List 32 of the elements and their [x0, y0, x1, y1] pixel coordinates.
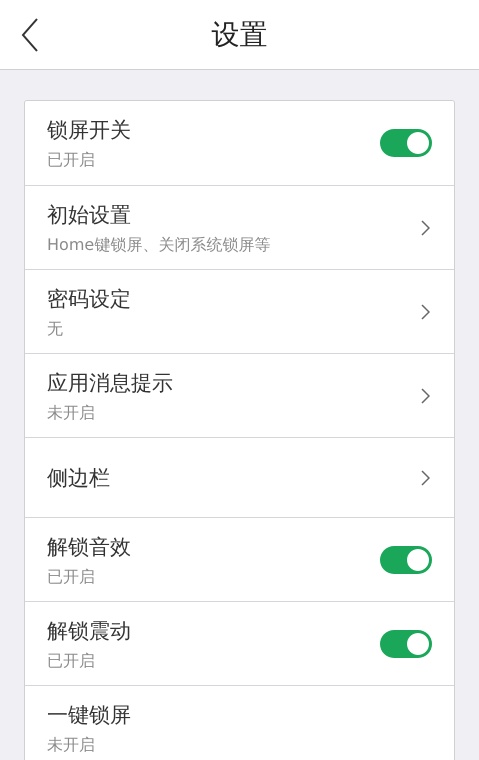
settings-row[interactable]: 解锁音效 已开启 [25, 517, 454, 601]
toggle-switch[interactable] [380, 546, 432, 574]
setting-subtitle: 无 [47, 318, 64, 338]
setting-title: 解锁震动 [47, 618, 132, 644]
toggle-switch[interactable] [380, 129, 432, 157]
settings-row[interactable]: 解锁震动 已开启 [25, 601, 454, 685]
settings-row[interactable]: 侧边栏 [25, 437, 454, 517]
settings-row[interactable]: 应用消息提示 未开启 [25, 353, 454, 437]
settings-row[interactable]: 一键锁屏 未开启 [25, 685, 454, 760]
settings-row[interactable]: 初始设置 Home键锁屏、关闭系统锁屏等 [25, 185, 454, 269]
setting-subtitle: 已开启 [47, 650, 96, 670]
setting-title: 一键锁屏 [47, 702, 132, 728]
chevron-right-icon [421, 304, 430, 320]
setting-subtitle: 未开启 [47, 734, 96, 754]
page-title: 设置 [212, 16, 268, 52]
settings-row[interactable]: 密码设定 无 [25, 269, 454, 353]
setting-title: 密码设定 [47, 286, 132, 312]
chevron-right-icon [421, 388, 430, 404]
setting-title: 解锁音效 [47, 534, 132, 560]
chevron-right-icon [421, 470, 430, 486]
setting-subtitle: Home键锁屏、关闭系统锁屏等 [47, 234, 272, 254]
setting-title: 侧边栏 [47, 464, 111, 492]
setting-subtitle: 未开启 [47, 402, 96, 422]
setting-title: 锁屏开关 [47, 117, 132, 144]
setting-title: 应用消息提示 [47, 370, 174, 396]
setting-title: 初始设置 [47, 202, 132, 228]
setting-subtitle: 已开启 [47, 150, 96, 170]
settings-row[interactable]: 锁屏开关 已开启 [25, 101, 454, 185]
setting-subtitle: 已开启 [47, 566, 96, 586]
chevron-right-icon [421, 220, 430, 236]
toggle-switch[interactable] [380, 630, 432, 658]
back-icon[interactable] [21, 18, 39, 52]
